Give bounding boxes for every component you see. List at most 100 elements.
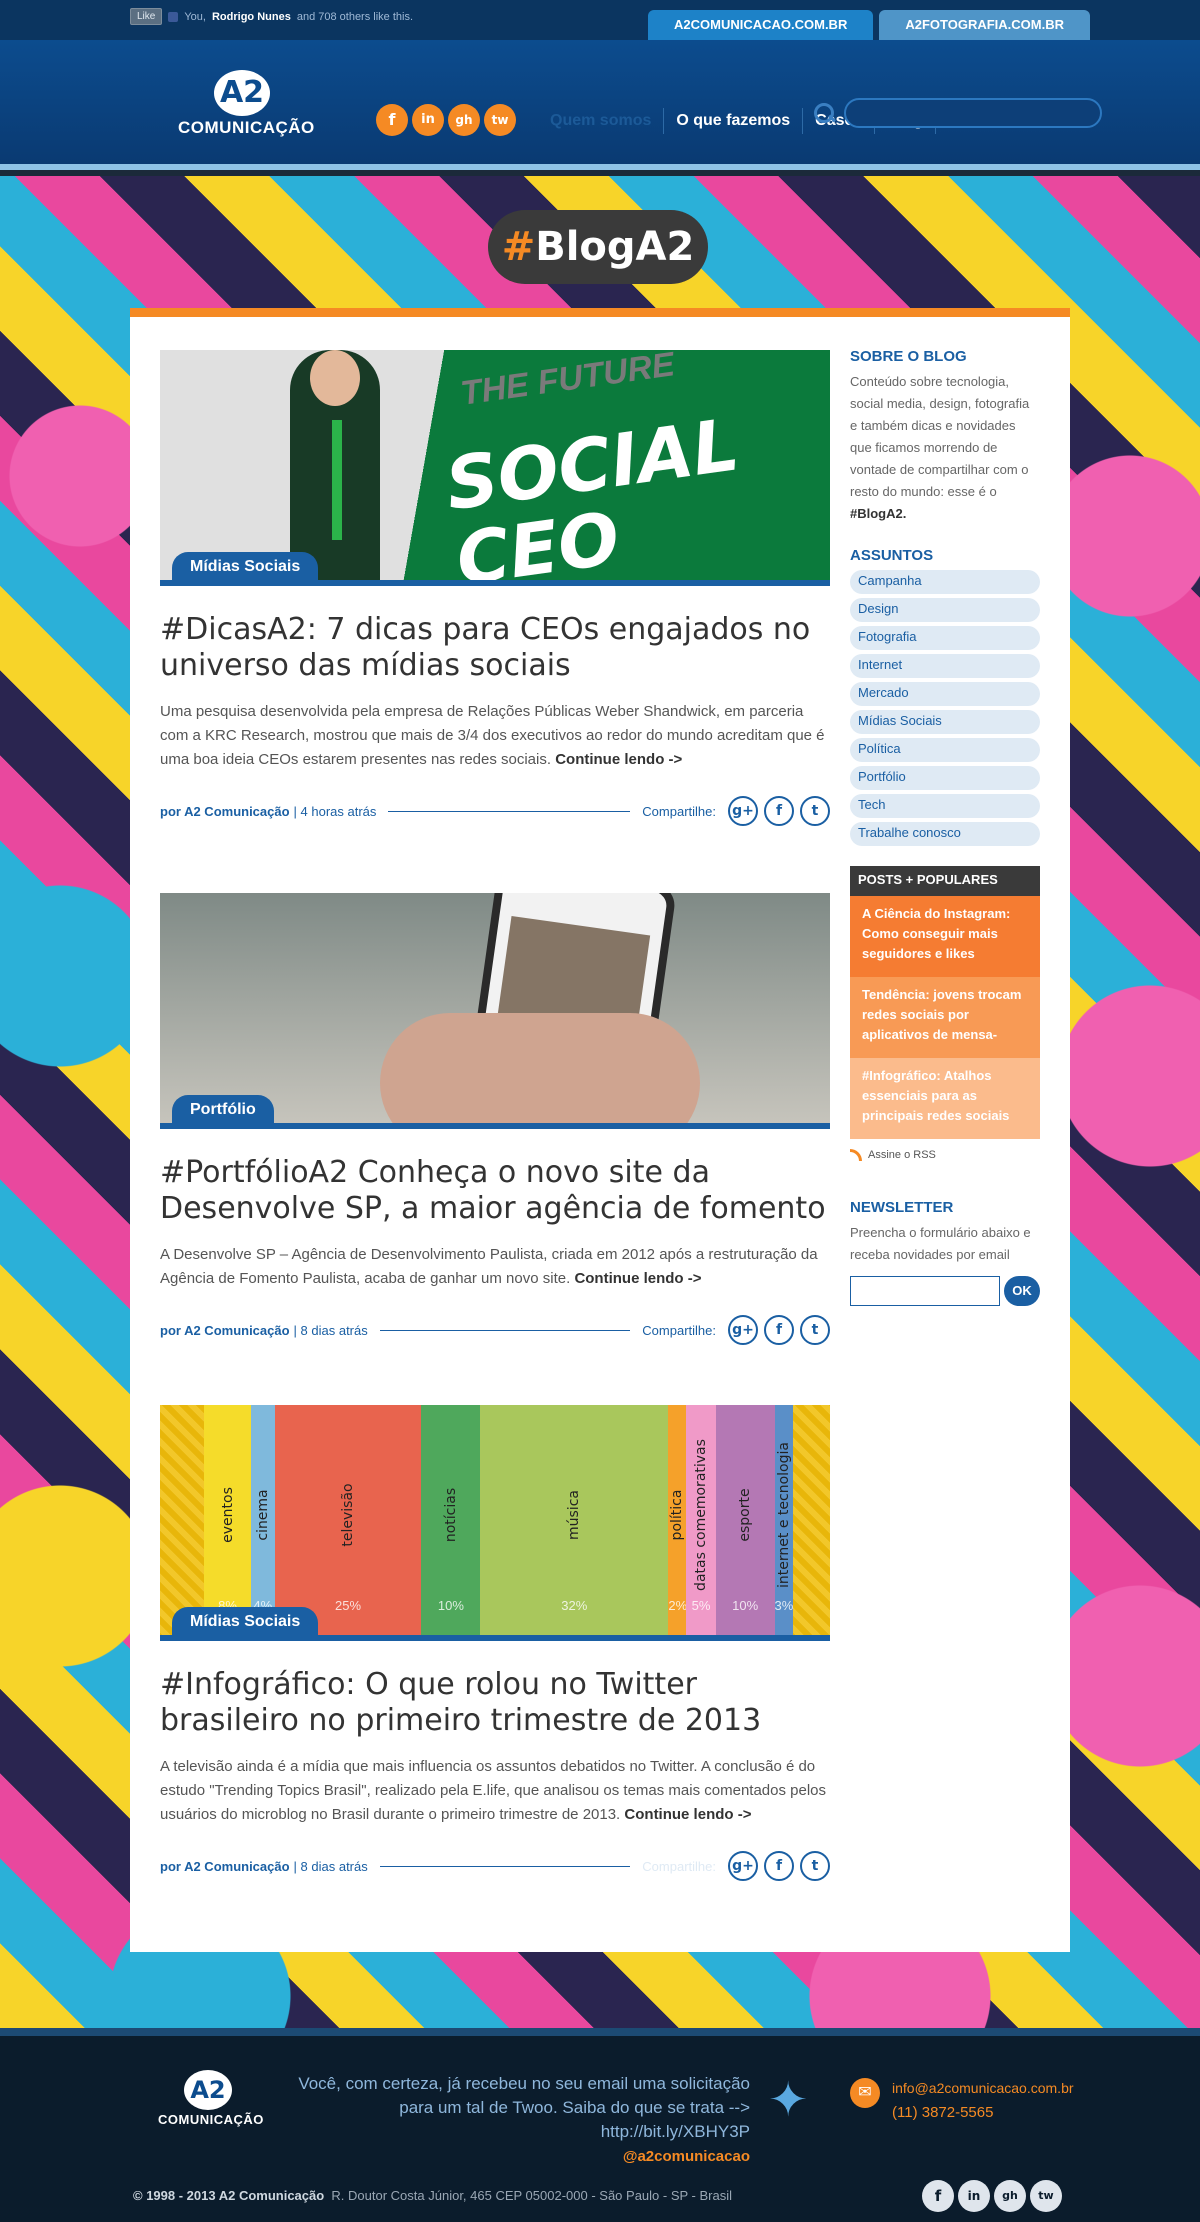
topic-mercado[interactable]: Mercado — [850, 682, 1040, 706]
post-meta: por A2 Comunicação | 4 horas atrás Compa… — [160, 794, 830, 828]
blog-title-hash: # — [501, 224, 536, 270]
facebook-share-icon[interactable]: f — [764, 1315, 794, 1345]
continue-reading-link[interactable]: Continue lendo -> — [624, 1806, 751, 1823]
post-card: Portfólio #PortfólioA2 Conheça o novo si… — [160, 893, 830, 1347]
footer-twitter-handle[interactable]: @a2comunicacao — [540, 2148, 750, 2165]
post-title[interactable]: #Infográfico: O que rolou no Twitter bra… — [160, 1667, 830, 1739]
topic-campanha[interactable]: Campanha — [850, 570, 1040, 594]
about-text: Conteúdo sobre tecnologia, social media,… — [850, 371, 1040, 525]
linkedin-icon[interactable]: in — [412, 104, 444, 136]
post-title[interactable]: #DicasA2: 7 dicas para CEOs engajados no… — [160, 612, 830, 684]
logo-mark: A2 — [214, 70, 270, 116]
search-icon[interactable] — [812, 101, 836, 125]
search-input[interactable] — [844, 98, 1102, 128]
post-author[interactable]: por A2 Comunicação — [160, 1859, 290, 1874]
google-plus-share-icon[interactable]: g+ — [728, 1315, 758, 1345]
infographic-bar: esporte 10% — [715, 1405, 775, 1635]
infographic-bar-value: 3% — [774, 1598, 794, 1613]
infographic-bar: política 2% — [668, 1405, 687, 1635]
post-excerpt: Uma pesquisa desenvolvida pela empresa d… — [160, 700, 830, 772]
topic-portfolio[interactable]: Portfólio — [850, 766, 1040, 790]
tab-a2comunicacao[interactable]: A2COMUNICACAO.COM.BR — [648, 10, 874, 40]
post-image[interactable]: Portfólio — [160, 893, 830, 1129]
google-plus-share-icon[interactable]: g+ — [728, 1851, 758, 1881]
image-figure-head — [310, 350, 360, 406]
continue-reading-link[interactable]: Continue lendo -> — [555, 751, 682, 768]
copyright-text: © 1998 - 2013 A2 Comunicação — [133, 2188, 325, 2203]
topic-fotografia[interactable]: Fotografia — [850, 626, 1040, 650]
post-image[interactable]: eventos 8% cinema 4% televisão 25% notícias 10%… — [160, 1405, 830, 1641]
post-image[interactable]: THE FUTURE SOCIAL CEO Mídias Sociais — [160, 350, 830, 586]
about-text-body: Conteúdo sobre tecnologia, social media,… — [850, 374, 1030, 499]
facebook-like-button[interactable]: Like — [130, 8, 163, 25]
footer-email[interactable]: info@a2comunicacao.com.br — [892, 2080, 1074, 2096]
meta-divider — [379, 1865, 631, 1867]
post-title[interactable]: #PortfólioA2 Conheça o novo site da Dese… — [160, 1155, 830, 1227]
twitter-share-icon[interactable]: t — [800, 796, 830, 826]
popular-post-item[interactable]: #Infográfico: Atalhos essenciais para as… — [850, 1058, 1040, 1139]
continue-reading-link[interactable]: Continue lendo -> — [574, 1270, 701, 1287]
nav-o-que-fazemos[interactable]: O que fazemos — [663, 108, 802, 134]
github-icon[interactable]: gh — [994, 2180, 1026, 2212]
post-meta: por A2 Comunicação | 8 dias atrás Compar… — [160, 1849, 830, 1883]
footer-tweet: Você, com certeza, já recebeu no seu ema… — [298, 2074, 750, 2141]
infographic-bars: eventos 8% cinema 4% televisão 25% notícias 10%… — [160, 1405, 830, 1635]
twitter-icon[interactable]: tw — [1030, 2180, 1062, 2212]
infographic-bar: música 32% — [480, 1405, 669, 1635]
facebook-like-name[interactable]: Rodrigo Nunes — [212, 11, 291, 23]
newsletter-email-field[interactable] — [850, 1276, 1000, 1306]
facebook-like-text-post: and 708 others like this. — [296, 10, 414, 23]
twitter-icon[interactable]: tw — [484, 104, 516, 136]
popular-post-item[interactable]: A Ciência do Instagram: Como conseguir m… — [850, 896, 1040, 977]
site-logo[interactable]: A2 COMUNICAÇÃO — [178, 70, 314, 138]
site-tabs: A2COMUNICACAO.COM.BR A2FOTOGRAFIA.COM.BR — [648, 10, 1090, 40]
popular-post-item[interactable]: Tendência: jovens trocam redes sociais p… — [850, 977, 1040, 1058]
twitter-share-icon[interactable]: t — [800, 1315, 830, 1345]
image-text-social-ceo: SOCIAL CEO — [440, 402, 744, 586]
rss-link[interactable]: Assine o RSS — [850, 1149, 1040, 1161]
post-author[interactable]: por A2 Comunicação — [160, 1323, 290, 1338]
topic-midias-sociais[interactable]: Mídias Sociais — [850, 710, 1040, 734]
nav-quem-somos[interactable]: Quem somos — [538, 108, 663, 134]
post-time: | 8 dias atrás — [293, 1858, 368, 1874]
facebook-share-icon[interactable]: f — [764, 796, 794, 826]
facebook-like-box: Like You, Rodrigo Nunes and 708 others l… — [130, 8, 413, 25]
twitter-share-icon[interactable]: t — [800, 1851, 830, 1881]
search-box — [812, 98, 1102, 128]
facebook-icon — [168, 11, 179, 22]
about-hashtag: #BlogA2. — [850, 506, 907, 521]
linkedin-icon[interactable]: in — [958, 2180, 990, 2212]
tab-a2fotografia[interactable]: A2FOTOGRAFIA.COM.BR — [879, 10, 1090, 40]
facebook-icon[interactable]: f — [376, 104, 408, 136]
topic-politica[interactable]: Política — [850, 738, 1040, 762]
infographic-bar: cinema 4% — [251, 1405, 275, 1635]
facebook-share-icon[interactable]: f — [764, 1851, 794, 1881]
topic-internet[interactable]: Internet — [850, 654, 1040, 678]
post-excerpt-text: A Desenvolve SP – Agência de Desenvolvim… — [160, 1246, 818, 1287]
category-badge[interactable]: Mídias Sociais — [172, 1607, 319, 1635]
post-author[interactable]: por A2 Comunicação — [160, 804, 290, 819]
infographic-bar-label: música — [566, 1490, 583, 1540]
category-badge[interactable]: Mídias Sociais — [172, 552, 319, 580]
infographic-bar: datas comemorativas 5% — [686, 1405, 716, 1635]
google-plus-share-icon[interactable]: g+ — [728, 796, 758, 826]
footer-logo[interactable]: A2 COMUNICAÇÃO — [158, 2070, 263, 2127]
infographic-bar-value: 10% — [732, 1598, 759, 1613]
infographic-bar-label: eventos — [219, 1487, 236, 1543]
topic-design[interactable]: Design — [850, 598, 1040, 622]
post-card: THE FUTURE SOCIAL CEO Mídias Sociais #Di… — [160, 350, 830, 828]
footer-logo-mark: A2 — [184, 2070, 232, 2110]
about-title: SOBRE O BLOG — [850, 348, 967, 365]
topic-trabalhe-conosco[interactable]: Trabalhe conosco — [850, 822, 1040, 846]
topics-list: Campanha Design Fotografia Internet Merc… — [850, 570, 1040, 846]
topic-tech[interactable]: Tech — [850, 794, 1040, 818]
sidebar: SOBRE O BLOG Conteúdo sobre tecnologia, … — [850, 348, 1040, 1306]
category-badge[interactable]: Portfólio — [172, 1095, 274, 1123]
facebook-icon[interactable]: f — [922, 2180, 954, 2212]
github-icon[interactable]: gh — [448, 104, 480, 136]
site-header: A2 COMUNICAÇÃO f in gh tw Quem somos O q… — [0, 40, 1200, 170]
infographic-bar-label: datas comemorativas — [693, 1439, 710, 1591]
post-excerpt: A Desenvolve SP – Agência de Desenvolvim… — [160, 1243, 830, 1291]
email-icon: ✉ — [850, 2078, 880, 2108]
newsletter-ok-button[interactable]: OK — [1004, 1276, 1040, 1306]
